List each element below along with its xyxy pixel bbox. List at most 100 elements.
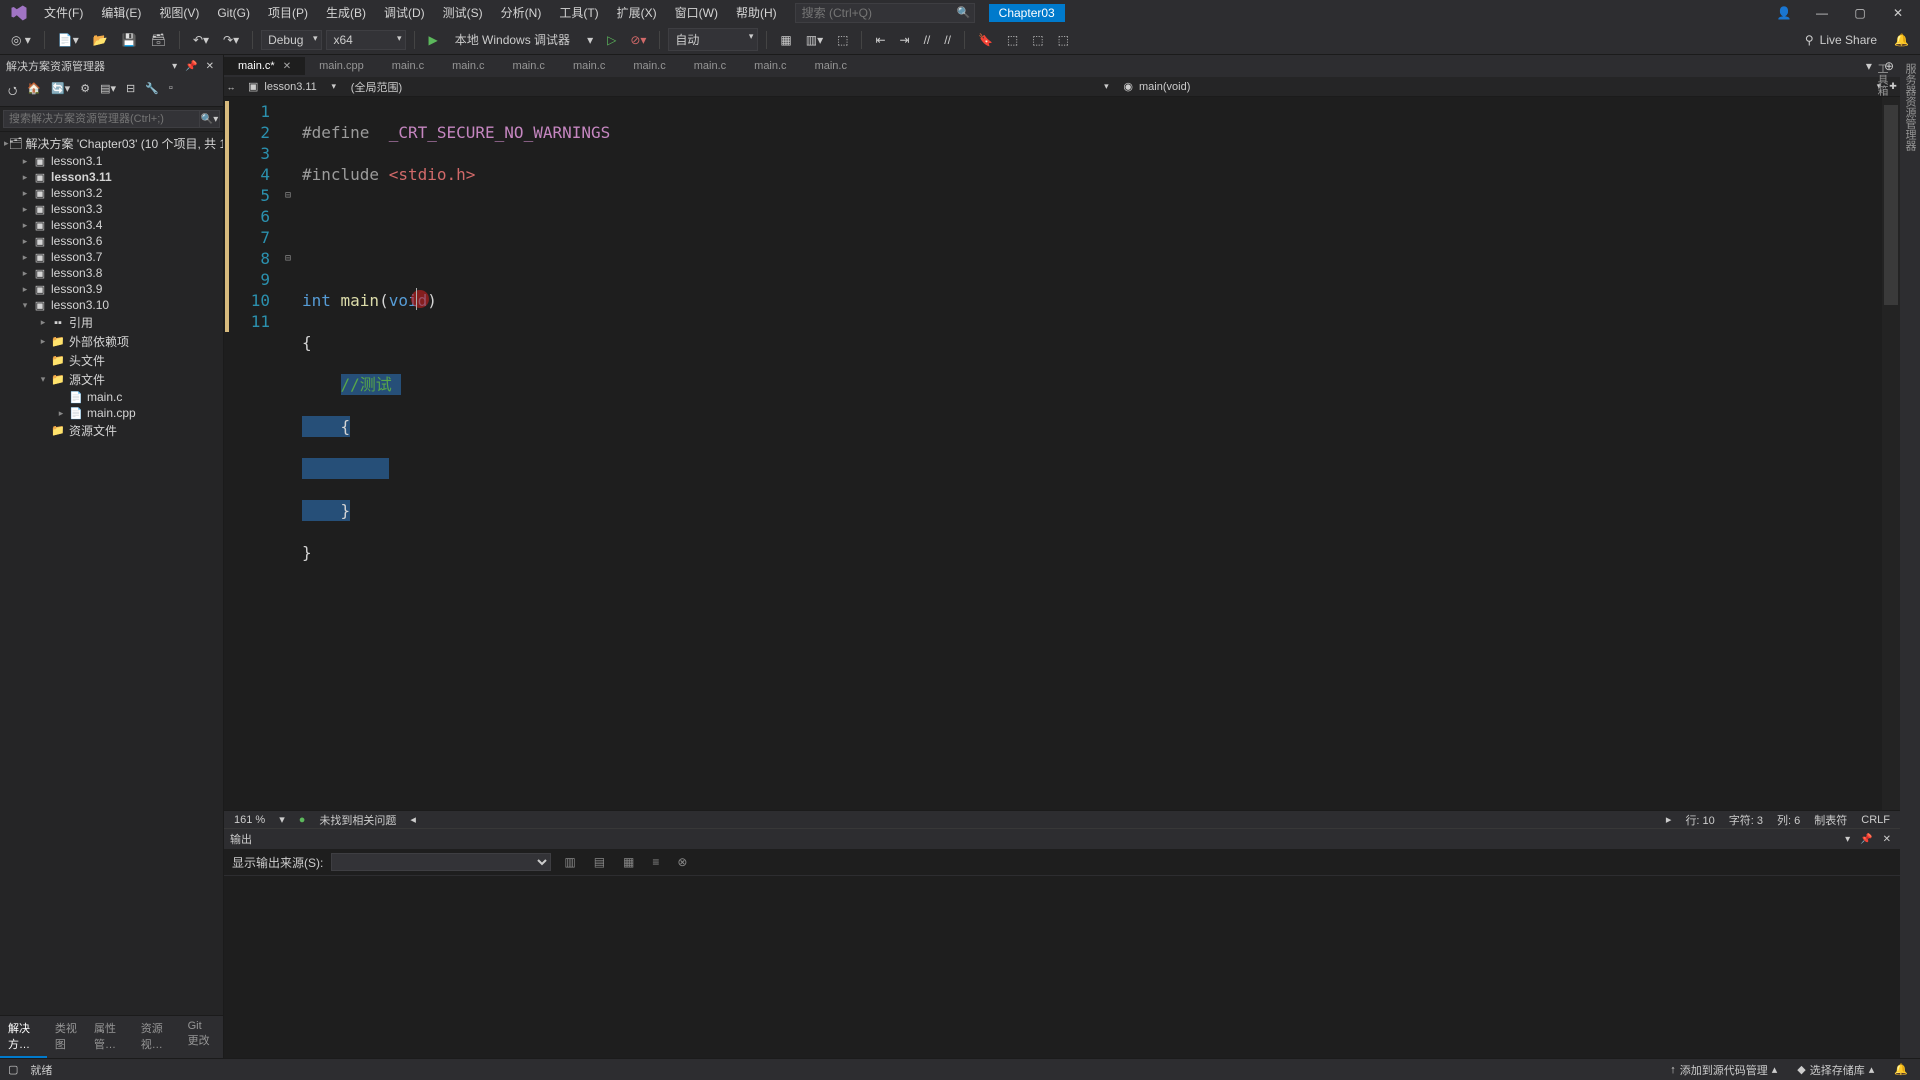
bookmark-prev-button[interactable]: ⬚ (1002, 30, 1023, 50)
tab-main-c-3[interactable]: main.c (438, 57, 498, 75)
sidebar-tab-git[interactable]: Git 更改 (180, 1016, 223, 1058)
ext-deps-node[interactable]: ▸📁外部依赖项 (0, 332, 223, 351)
tab-close-icon[interactable]: ✕ (283, 61, 291, 72)
panel-pin-button[interactable]: 📌 (182, 60, 200, 73)
save-all-button[interactable]: 🗃 (146, 30, 171, 50)
global-search[interactable]: 🔍 (795, 3, 975, 23)
issues-status[interactable]: 未找到相关问题 (319, 812, 396, 828)
indent-less-button[interactable]: ⇤ (870, 30, 890, 50)
sidebar-tab-props[interactable]: 属性管… (86, 1016, 133, 1058)
zoom-drop[interactable]: ▾ (279, 813, 285, 826)
tab-main-c-8[interactable]: main.c (740, 57, 800, 75)
debug-target[interactable]: 本地 Windows 调试器 (447, 28, 578, 51)
open-button[interactable]: 📂 (88, 30, 113, 50)
solution-node[interactable]: ▸🗂解决方案 'Chapter03' (10 个项目, 共 10 个) (0, 134, 223, 153)
se-collapse-button[interactable]: ⊟ (122, 80, 139, 103)
output-btn4[interactable]: ≡ (647, 853, 664, 871)
menu-project[interactable]: 项目(P) (260, 2, 316, 23)
sidebar-tab-solution[interactable]: 解决方… (0, 1016, 47, 1058)
breadcrumb-left-drop[interactable]: ↔ (224, 82, 238, 92)
breadcrumb-drop2[interactable]: ▾ (1099, 81, 1113, 92)
menu-test[interactable]: 测试(S) (435, 2, 491, 23)
vertical-scrollbar[interactable] (1882, 97, 1900, 810)
menu-extensions[interactable]: 扩展(X) (609, 2, 665, 23)
stop-debug-button[interactable]: ⊘▾ (625, 30, 651, 50)
menu-debug[interactable]: 调试(D) (376, 2, 433, 23)
project-node[interactable]: ▸▣lesson3.9 (0, 281, 223, 297)
global-search-input[interactable] (802, 6, 957, 20)
output-pin-button[interactable]: 📌 (1857, 833, 1875, 846)
fold-gutter[interactable]: ⊟⊟ (280, 97, 296, 810)
se-props-button[interactable]: 🔧 (141, 80, 163, 103)
tabs-status[interactable]: 制表符 (1814, 812, 1847, 828)
menu-view[interactable]: 视图(V) (151, 2, 207, 23)
project-node[interactable]: ▸▣lesson3.6 (0, 233, 223, 249)
output-options-button[interactable]: ▾ (1842, 833, 1853, 846)
menu-edit[interactable]: 编辑(E) (93, 2, 149, 23)
output-btn3[interactable]: ▦ (618, 853, 639, 871)
project-node[interactable]: ▸▣lesson3.3 (0, 201, 223, 217)
next-issue-button[interactable]: ▸ (1666, 813, 1672, 826)
save-button[interactable]: 💾 (117, 30, 142, 50)
menu-git[interactable]: Git(G) (209, 4, 258, 22)
tab-main-c-4[interactable]: main.c (499, 57, 559, 75)
file-node[interactable]: 📄main.c (0, 389, 223, 405)
build-mode-dropdown[interactable]: 自动 (668, 28, 758, 51)
repo-button[interactable]: ◆选择存储库▴ (1793, 1062, 1878, 1078)
se-filter-button[interactable]: ⚙ (76, 80, 94, 103)
platform-dropdown[interactable]: x64 (326, 30, 406, 50)
menu-analyze[interactable]: 分析(N) (493, 2, 550, 23)
refs-node[interactable]: ▸▪▪引用 (0, 313, 223, 332)
headers-node[interactable]: 📁头文件 (0, 351, 223, 370)
bookmark-next-button[interactable]: ⬚ (1027, 30, 1048, 50)
project-node[interactable]: ▸▣lesson3.8 (0, 265, 223, 281)
tab-main-cpp[interactable]: main.cpp (305, 57, 378, 75)
project-node[interactable]: ▸▣lesson3.7 (0, 249, 223, 265)
breadcrumb-func[interactable]: ◉main(void) (1113, 78, 1872, 95)
menu-tools[interactable]: 工具(T) (551, 2, 606, 23)
project-node[interactable]: ▸▣lesson3.11 (0, 169, 223, 185)
minimize-button[interactable]: — (1804, 0, 1840, 25)
comment-button[interactable]: // (919, 30, 936, 50)
se-preview-button[interactable]: ▫ (165, 80, 177, 103)
sidebar-tab-resource[interactable]: 资源视… (133, 1016, 180, 1058)
debug-target-drop[interactable]: ▾ (582, 30, 598, 50)
code-area[interactable]: #define _CRT_SECURE_NO_WARNINGS #include… (296, 97, 1882, 810)
toolbar-icon-3[interactable]: ⬚ (832, 30, 853, 50)
file-node[interactable]: ▸📄main.cpp (0, 405, 223, 421)
panel-close-button[interactable]: ✕ (203, 60, 217, 73)
liveshare-button[interactable]: ⚲ Live Share (1805, 33, 1877, 47)
notifications-icon[interactable]: 🔔 (1889, 30, 1914, 50)
solution-search-button[interactable]: 🔍▾ (200, 110, 220, 128)
zoom-level[interactable]: 161 % (234, 814, 265, 826)
sources-node[interactable]: ▾📁源文件 (0, 370, 223, 389)
maximize-button[interactable]: ▢ (1842, 0, 1878, 25)
start-without-debug-button[interactable]: ▷ (602, 30, 621, 50)
notifications-button[interactable]: 🔔 (1890, 1063, 1912, 1076)
menu-file[interactable]: 文件(F) (36, 2, 91, 23)
bookmark-clear-button[interactable]: ⬚ (1053, 30, 1074, 50)
se-sync-button[interactable]: 🔄▾ (47, 80, 74, 103)
close-button[interactable]: ✕ (1880, 0, 1916, 25)
tab-main-c-7[interactable]: main.c (680, 57, 740, 75)
output-btn2[interactable]: ▤ (589, 853, 610, 871)
new-file-button[interactable]: 📄▾ (53, 30, 84, 50)
breadcrumb-drop1[interactable]: ▾ (327, 81, 341, 92)
se-home2-button[interactable]: 🏠 (23, 80, 45, 103)
scm-button[interactable]: ↑添加到源代码管理▴ (1666, 1062, 1781, 1078)
se-home-button[interactable]: ⭯ (4, 80, 21, 103)
start-debug-button[interactable]: ▶ (423, 30, 442, 50)
output-clear-button[interactable]: ⊗ (672, 853, 692, 871)
breadcrumb-project[interactable]: ▣lesson3.11 (238, 78, 327, 95)
code-editor[interactable]: 1234567891011 ⊟⊟ #define _CRT_SECURE_NO_… (224, 97, 1900, 810)
solution-search-input[interactable] (3, 110, 200, 128)
toolbar-icon-1[interactable]: ▦ (775, 30, 796, 50)
nav-back-button[interactable]: ◎ ▾ (6, 30, 36, 50)
tab-main-c-6[interactable]: main.c (619, 57, 679, 75)
undo-button[interactable]: ↶▾ (188, 30, 214, 50)
tab-main-c[interactable]: main.c*✕ (224, 57, 305, 75)
tab-main-c-2[interactable]: main.c (378, 57, 438, 75)
project-node[interactable]: ▾▣lesson3.10 (0, 297, 223, 313)
output-source-dropdown[interactable] (331, 853, 551, 871)
breadcrumb-scope[interactable]: (全局范围) (341, 77, 1100, 97)
